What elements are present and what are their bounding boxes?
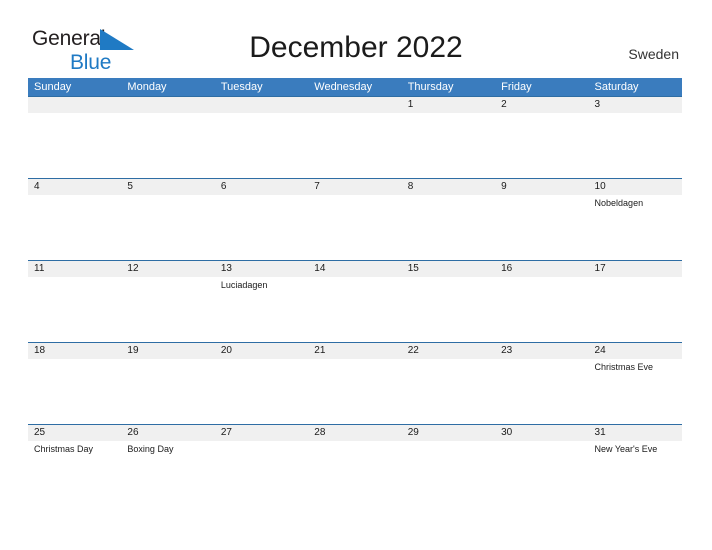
day-event [495,359,588,419]
day-event [121,359,214,419]
week-event-strip: Christmas Eve [28,359,682,419]
day-event [495,195,588,255]
day-number[interactable]: 28 [308,425,401,441]
day-event [28,359,121,419]
week-event-strip: Christmas Day Boxing Day New Year's Eve [28,441,682,501]
day-event [589,277,682,337]
day-event [215,113,308,173]
day-event [28,113,121,173]
day-event [308,441,401,501]
day-number[interactable] [308,97,401,113]
day-event [308,277,401,337]
day-number[interactable]: 18 [28,343,121,359]
day-event: Christmas Eve [594,362,654,372]
day-event: Christmas Day [34,444,94,454]
day-event [402,113,495,173]
day-number[interactable]: 20 [215,343,308,359]
day-number[interactable]: 15 [402,261,495,277]
day-number[interactable]: 14 [308,261,401,277]
day-event [215,195,308,255]
weekday-header-saturday: Saturday [594,81,639,93]
day-event [589,113,682,173]
day-event: Boxing Day [127,444,174,454]
week-row: 1 2 3 [28,96,682,178]
day-number[interactable]: 9 [495,179,588,195]
week-date-strip: 4 5 6 7 8 9 10 [28,179,682,195]
day-event [495,441,588,501]
week-row: 11 12 13 14 15 16 17 Luciadagen [28,260,682,342]
week-date-strip: 25 26 27 28 29 30 31 [28,425,682,441]
day-event [28,195,121,255]
day-number[interactable]: 11 [28,261,121,277]
day-event: New Year's Eve [594,444,658,454]
day-number[interactable]: 10 [589,179,682,195]
day-number[interactable]: 5 [121,179,214,195]
week-event-strip: Luciadagen [28,277,682,337]
day-event [402,441,495,501]
day-number[interactable]: 3 [589,97,682,113]
weekday-header-wednesday: Wednesday [314,81,373,93]
day-number[interactable]: 7 [308,179,401,195]
day-event [495,277,588,337]
week-date-strip: 18 19 20 21 22 23 24 [28,343,682,359]
week-row: 25 26 27 28 29 30 31 Christmas Day Boxin… [28,424,682,506]
weekday-header-friday: Friday [501,81,532,93]
weekday-header-row: Sunday Monday Tuesday Wednesday Thursday… [28,78,682,96]
day-event [308,195,401,255]
day-event [402,277,495,337]
day-event [308,359,401,419]
weekday-header-thursday: Thursday [407,81,454,93]
day-number[interactable]: 8 [402,179,495,195]
day-event: Nobeldagen [594,198,644,208]
week-date-strip: 1 2 3 [28,97,682,113]
country-label: Sweden [628,46,679,62]
day-number[interactable]: 26 [121,425,214,441]
day-event [121,113,214,173]
day-number[interactable]: 29 [402,425,495,441]
day-event [215,441,308,501]
day-number[interactable]: 31 [589,425,682,441]
day-event [495,113,588,173]
day-number[interactable]: 17 [589,261,682,277]
weekday-header-sunday: Sunday [34,81,72,93]
day-number[interactable]: 13 [215,261,308,277]
week-event-strip [28,113,682,173]
day-number[interactable]: 19 [121,343,214,359]
day-event [121,195,214,255]
week-date-strip: 11 12 13 14 15 16 17 [28,261,682,277]
day-number[interactable]: 22 [402,343,495,359]
day-number[interactable]: 4 [28,179,121,195]
day-event [402,195,495,255]
day-event [308,113,401,173]
day-number[interactable]: 2 [495,97,588,113]
day-number[interactable]: 24 [589,343,682,359]
day-number[interactable]: 6 [215,179,308,195]
week-event-strip: Nobeldagen [28,195,682,255]
week-row: 4 5 6 7 8 9 10 Nobeldagen [28,178,682,260]
day-number[interactable]: 1 [402,97,495,113]
day-event [402,359,495,419]
day-event: Luciadagen [220,280,268,290]
page-header: General Blue December 2022 Sweden [0,0,712,76]
day-number[interactable]: 30 [495,425,588,441]
week-row: 18 19 20 21 22 23 24 Christmas Eve [28,342,682,424]
day-number[interactable] [28,97,121,113]
day-number[interactable]: 23 [495,343,588,359]
day-number[interactable]: 25 [28,425,121,441]
weekday-header-monday: Monday [127,81,167,93]
day-event [215,359,308,419]
day-number[interactable] [121,97,214,113]
day-event [28,277,121,337]
calendar-grid: Sunday Monday Tuesday Wednesday Thursday… [28,78,682,506]
day-number[interactable]: 27 [215,425,308,441]
page-title: December 2022 [249,31,463,64]
day-number[interactable]: 16 [495,261,588,277]
day-number[interactable]: 12 [121,261,214,277]
day-number[interactable] [215,97,308,113]
day-event [121,277,214,337]
weekday-header-tuesday: Tuesday [220,81,263,93]
day-number[interactable]: 21 [308,343,401,359]
